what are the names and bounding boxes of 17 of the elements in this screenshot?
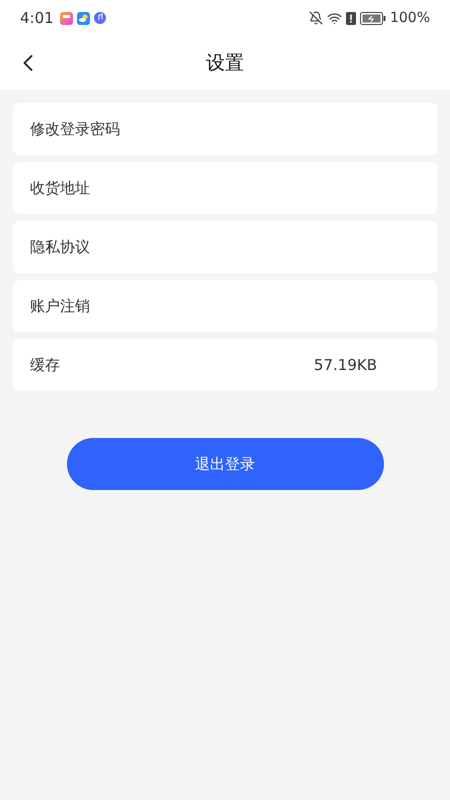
app-icon [60, 12, 73, 24]
status-time: 4:01 [20, 8, 54, 29]
page-title: 设置 [206, 50, 244, 76]
logout-button[interactable]: 退出登录 [66, 438, 384, 490]
settings-item[interactable]: 隐私协议 [13, 221, 437, 273]
settings-item[interactable]: 修改登录密码 [13, 103, 437, 155]
alert-icon [346, 12, 356, 24]
cache-size: 57.19KB [314, 354, 377, 376]
weather-icon [76, 12, 90, 24]
battery-icon [360, 12, 386, 24]
music-icon [94, 12, 106, 24]
settings-item[interactable]: 账户注销 [13, 280, 437, 332]
settings-item[interactable]: 收货地址 [13, 162, 437, 214]
bell-off-icon [308, 11, 323, 25]
wifi-icon [326, 10, 342, 26]
settings-item[interactable]: 缓存 57.19KB [13, 339, 437, 391]
battery-percent: 100% [390, 8, 430, 28]
